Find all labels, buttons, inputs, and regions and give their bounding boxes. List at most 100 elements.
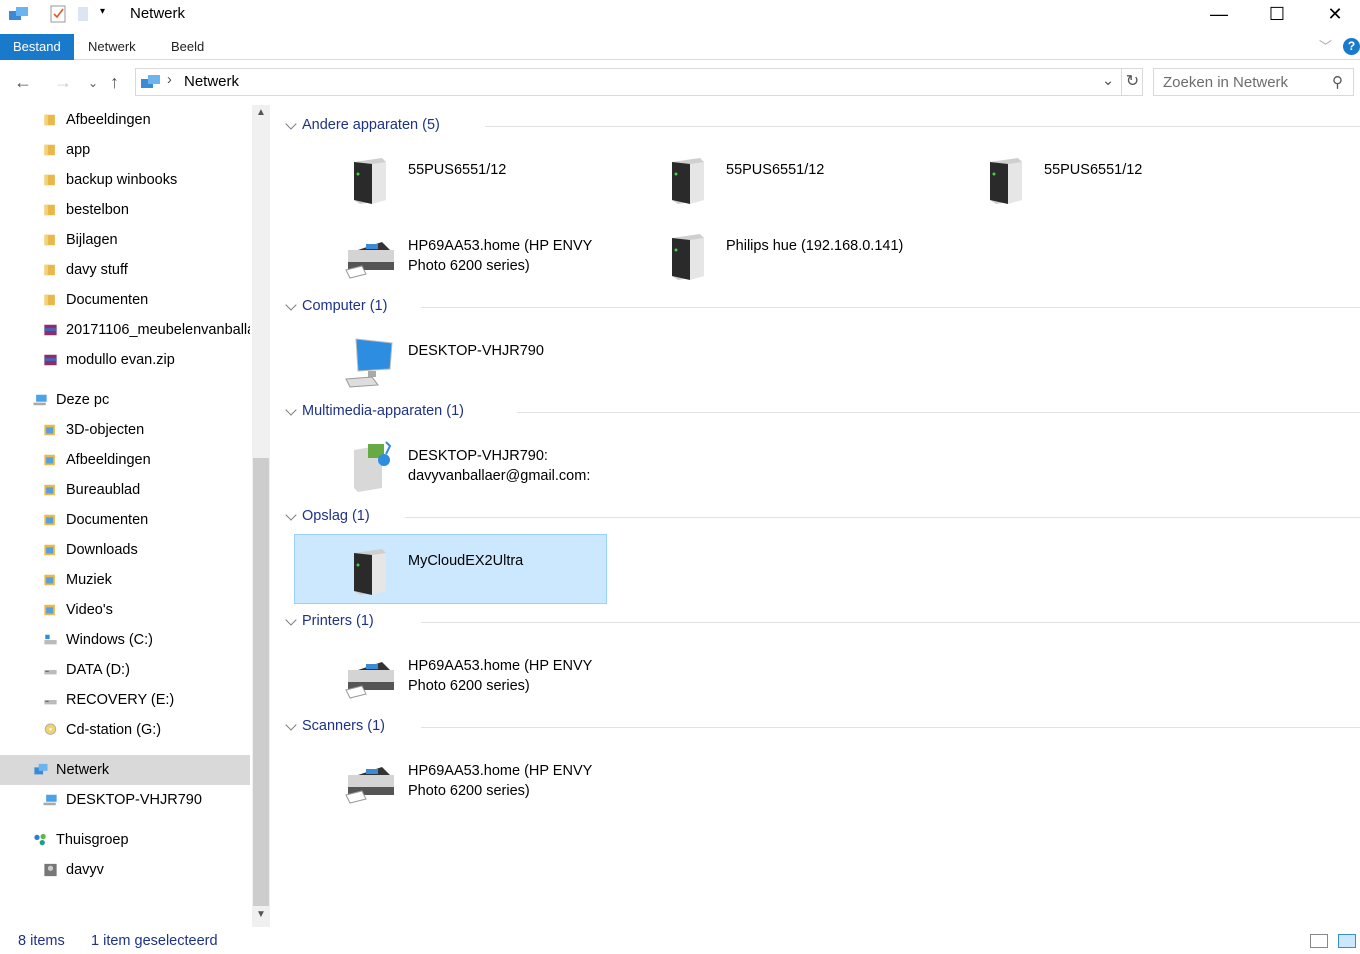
sidebar-item[interactable]: Downloads [0, 535, 250, 565]
device-tile[interactable]: HP69AA53.home (HP ENVY Photo 6200 series… [280, 216, 598, 292]
device-tile[interactable]: HP69AA53.home (HP ENVY Photo 6200 series… [280, 741, 598, 817]
collapse-chevron-icon[interactable] [285, 118, 297, 130]
sidebar-item[interactable]: 3D-objecten [0, 415, 250, 445]
group-header[interactable]: Computer (1) [280, 292, 1360, 321]
sidebar-item[interactable]: davy stuff [0, 255, 250, 285]
sidebar-item[interactable]: RECOVERY (E:) [0, 685, 250, 715]
device-name: HP69AA53.home (HP ENVY Photo 6200 series… [408, 238, 593, 274]
tab-bestand[interactable]: Bestand [0, 34, 74, 60]
sidebar-item[interactable]: modullo evan.zip [0, 345, 250, 375]
search-placeholder: Zoeken in Netwerk [1163, 74, 1289, 91]
group-title: Opslag (1) [302, 508, 370, 524]
network-icon [141, 75, 160, 88]
sidebar-item[interactable]: 20171106_meubelenvanballaer [0, 315, 250, 345]
sidebar-item[interactable]: Thuisgroep [0, 825, 250, 855]
sidebar-item[interactable]: app [0, 135, 250, 165]
large-icons-view-button[interactable] [1338, 934, 1356, 948]
back-button[interactable]: ← [14, 72, 32, 93]
sidebar-item[interactable]: davyv [0, 855, 250, 885]
group: Multimedia-apparaten (1) DESKTOP-VHJR790:… [280, 397, 1360, 502]
sidebar-item[interactable]: Cd-station (G:) [0, 715, 250, 745]
collapse-chevron-icon[interactable] [285, 719, 297, 731]
cd-drive-icon [44, 723, 57, 735]
breadcrumb-chevron-icon[interactable]: › [167, 72, 172, 88]
scrollbar-thumb[interactable] [253, 458, 269, 906]
sidebar-item[interactable]: DESKTOP-VHJR790 [0, 785, 250, 815]
collapse-chevron-icon[interactable] [285, 404, 297, 416]
tab-netwerk[interactable]: Netwerk [75, 34, 149, 60]
group: Andere apparaten (5) 55PUS6551/12 55PUS655… [280, 111, 1360, 292]
server-icon [672, 158, 704, 204]
sidebar-item[interactable]: Video's [0, 595, 250, 625]
server-icon [354, 549, 386, 595]
address-dropdown-icon[interactable]: ⌄ [1102, 73, 1114, 89]
group-header[interactable]: Printers (1) [280, 607, 1360, 636]
item-count: 8 items [18, 933, 65, 949]
details-view-button[interactable] [1310, 934, 1328, 948]
expand-ribbon-icon[interactable]: ﹀ [1319, 36, 1332, 55]
window-title: Netwerk [130, 5, 186, 22]
collapse-chevron-icon[interactable] [285, 299, 297, 311]
server-icon [672, 234, 704, 280]
device-tile[interactable]: DESKTOP-VHJR790: davyvanballaer@gmail.co… [280, 426, 598, 502]
folder-icon [44, 264, 55, 276]
sidebar-item-label: 20171106_meubelenvanballaer [66, 322, 250, 338]
collapse-chevron-icon[interactable] [285, 509, 297, 521]
server-icon [990, 158, 1022, 204]
device-tile[interactable]: DESKTOP-VHJR790 [280, 321, 598, 397]
forward-button[interactable]: → [54, 72, 72, 93]
group-header[interactable]: Multimedia-apparaten (1) [280, 397, 1360, 426]
maximize-button[interactable]: ☐ [1248, 0, 1306, 28]
device-tile[interactable]: MyCloudEX2Ultra [280, 531, 607, 607]
group-header[interactable]: Andere apparaten (5) [280, 111, 1360, 140]
sidebar-item[interactable]: Windows (C:) [0, 625, 250, 655]
sidebar-item[interactable]: backup winbooks [0, 165, 250, 195]
customize-toolbar-icon[interactable]: ▾ [100, 6, 105, 17]
device-tile[interactable]: 55PUS6551/12 [916, 140, 1234, 216]
device-tile[interactable]: Philips hue (192.168.0.141) [598, 216, 916, 292]
help-button[interactable]: ? [1343, 38, 1360, 55]
collapse-chevron-icon[interactable] [285, 614, 297, 626]
device-name: DESKTOP-VHJR790 [408, 343, 544, 359]
sidebar-item[interactable]: Bijlagen [0, 225, 250, 255]
documents-folder-icon [44, 514, 55, 526]
device-tile[interactable]: 55PUS6551/12 [280, 140, 598, 216]
device-name: HP69AA53.home (HP ENVY Photo 6200 series… [408, 763, 593, 799]
device-name: 55PUS6551/12 [408, 162, 507, 178]
device-tile[interactable]: 55PUS6551/12 [598, 140, 916, 216]
group-divider [485, 126, 1360, 127]
group-header[interactable]: Scanners (1) [280, 712, 1360, 741]
videos-folder-icon [44, 604, 55, 616]
scroll-down-icon[interactable]: ▼ [256, 909, 266, 920]
sidebar-item[interactable]: Afbeeldingen [0, 445, 250, 475]
sidebar-item[interactable]: Bureaublad [0, 475, 250, 505]
sidebar-item[interactable]: Muziek [0, 565, 250, 595]
sidebar-item-label: RECOVERY (E:) [66, 692, 175, 708]
address-bar[interactable]: › Netwerk ⌄ ↻ [135, 68, 1143, 96]
up-button[interactable]: ↑ [110, 72, 119, 93]
archive-icon [44, 324, 57, 336]
sidebar-item[interactable]: Documenten [0, 505, 250, 535]
refresh-button[interactable]: ↻ [1121, 69, 1143, 95]
folder-icon [44, 144, 55, 156]
search-input[interactable]: Zoeken in Netwerk ⚲ [1153, 68, 1354, 96]
properties-icon[interactable] [50, 5, 66, 23]
group-divider [421, 727, 1360, 728]
device-name: 55PUS6551/12 [1044, 162, 1143, 178]
sidebar-item[interactable]: Netwerk [0, 755, 250, 785]
group-header[interactable]: Opslag (1) [280, 502, 1360, 531]
close-button[interactable]: ✕ [1306, 0, 1360, 28]
new-folder-icon[interactable] [77, 6, 91, 22]
breadcrumb-netwerk[interactable]: Netwerk [184, 73, 239, 90]
sidebar-item[interactable]: DATA (D:) [0, 655, 250, 685]
sidebar-item[interactable]: Documenten [0, 285, 250, 315]
minimize-button[interactable]: — [1190, 0, 1248, 28]
drive-icon [44, 700, 57, 705]
sidebar-item[interactable]: Deze pc [0, 385, 250, 415]
device-tile[interactable]: HP69AA53.home (HP ENVY Photo 6200 series… [280, 636, 598, 712]
recent-locations-icon[interactable]: ⌄ [88, 76, 98, 90]
scroll-up-icon[interactable]: ▲ [256, 107, 266, 118]
tab-beeld[interactable]: Beeld [158, 34, 217, 60]
sidebar-item[interactable]: bestelbon [0, 195, 250, 225]
sidebar-item[interactable]: Afbeeldingen [0, 105, 250, 135]
